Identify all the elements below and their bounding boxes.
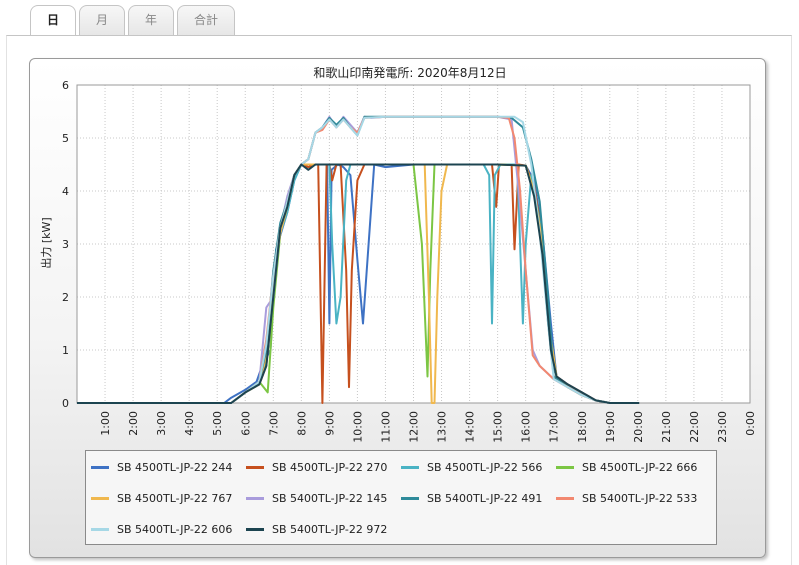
legend-label: SB 5400TL-JP-22 145 <box>272 491 388 505</box>
y-tick-label: 6 <box>62 79 69 92</box>
x-tick-label: 8:00 <box>295 411 308 436</box>
legend-item[interactable]: SB 5400TL-JP-22 972 <box>246 519 401 541</box>
legend-label: SB 4500TL-JP-22 767 <box>117 491 233 505</box>
legend-item[interactable]: SB 4500TL-JP-22 666 <box>556 456 711 478</box>
x-tick-label: 4:00 <box>183 411 196 436</box>
x-tick-label: 14:00 <box>464 411 477 443</box>
x-tick-label: 13:00 <box>436 411 449 443</box>
legend-swatch <box>91 528 109 532</box>
x-tick-label: 11:00 <box>379 411 392 443</box>
legend-swatch <box>246 496 264 500</box>
legend-swatch <box>401 496 419 500</box>
legend-item[interactable]: SB 4500TL-JP-22 244 <box>91 456 246 478</box>
y-tick-label: 0 <box>62 397 69 410</box>
legend-label: SB 5400TL-JP-22 491 <box>427 491 543 505</box>
y-axis-label: 出力 [kW] <box>39 217 53 268</box>
grid-lines <box>77 84 751 403</box>
x-tick-label: 0:00 <box>744 411 757 436</box>
legend-swatch <box>91 465 109 469</box>
legend-swatch <box>556 496 574 500</box>
legend-item[interactable]: SB 5400TL-JP-22 145 <box>246 487 401 509</box>
legend-swatch <box>556 465 574 469</box>
legend-swatch <box>246 528 264 532</box>
legend-label: SB 5400TL-JP-22 606 <box>117 523 233 537</box>
y-tick-label: 1 <box>62 344 69 357</box>
x-tick-label: 6:00 <box>239 411 252 436</box>
legend-label: SB 4500TL-JP-22 566 <box>427 460 543 474</box>
y-tick-label: 4 <box>62 185 69 198</box>
legend-swatch <box>91 496 109 500</box>
legend-item[interactable]: SB 5400TL-JP-22 606 <box>91 519 246 541</box>
y-tick-label: 3 <box>62 238 69 251</box>
x-tick-label: 20:00 <box>632 411 645 443</box>
x-tick-label: 21:00 <box>660 411 673 443</box>
x-tick-label: 10:00 <box>351 411 364 443</box>
legend-swatch <box>401 465 419 469</box>
x-tick-label: 5:00 <box>211 411 224 436</box>
x-tick-label: 18:00 <box>576 411 589 443</box>
legend-label: SB 5400TL-JP-22 972 <box>272 523 388 537</box>
x-tick-label: 23:00 <box>716 411 729 443</box>
legend-item[interactable]: SB 4500TL-JP-22 767 <box>91 487 246 509</box>
x-tick-label: 19:00 <box>604 411 617 443</box>
legend-item[interactable]: SB 4500TL-JP-22 270 <box>246 456 401 478</box>
x-tick-label: 16:00 <box>520 411 533 443</box>
y-tick-label: 2 <box>62 291 69 304</box>
legend-label: SB 5400TL-JP-22 533 <box>582 491 698 505</box>
legend-item[interactable]: SB 5400TL-JP-22 491 <box>401 487 556 509</box>
x-tick-label: 7:00 <box>267 411 280 436</box>
x-tick-label: 17:00 <box>548 411 561 443</box>
legend-label: SB 4500TL-JP-22 666 <box>582 460 698 474</box>
x-tick-label: 9:00 <box>323 411 336 436</box>
legend-label: SB 4500TL-JP-22 244 <box>117 460 233 474</box>
x-tick-label: 1:00 <box>99 411 112 436</box>
legend-label: SB 4500TL-JP-22 270 <box>272 460 388 474</box>
x-tick-label: 12:00 <box>408 411 421 443</box>
y-tick-label: 5 <box>62 132 69 145</box>
x-axis-ticks: 1:00 2:00 3:00 4:00 5:00 6:00 7:00 8:00 9:00 10:0… <box>99 411 757 443</box>
chart-legend: SB 4500TL-JP-22 244 SB 4500TL-JP-22 270 SB… <box>85 450 717 545</box>
y-axis-ticks: 0 1 2 3 4 5 6 <box>62 79 69 410</box>
legend-swatch <box>246 465 264 469</box>
x-tick-label: 3:00 <box>155 411 168 436</box>
legend-item[interactable]: SB 5400TL-JP-22 533 <box>556 487 711 509</box>
x-tick-label: 15:00 <box>492 411 505 443</box>
legend-item[interactable]: SB 4500TL-JP-22 566 <box>401 456 556 478</box>
chart-title: 和歌山印南発電所: 2020年8月12日 <box>313 65 506 80</box>
x-tick-label: 22:00 <box>688 411 701 443</box>
x-tick-label: 2:00 <box>127 411 140 436</box>
